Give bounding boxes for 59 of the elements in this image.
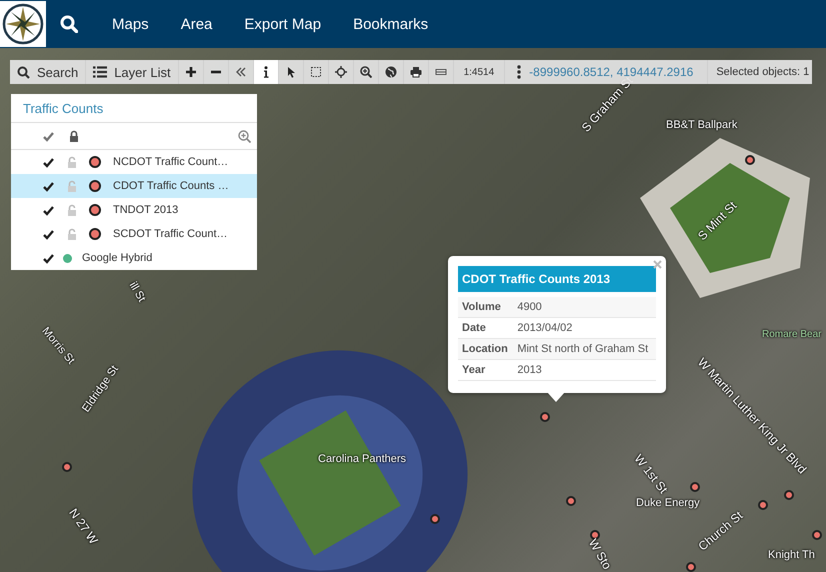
plus-icon bbox=[184, 66, 197, 78]
layer-row[interactable]: TNDOT 2013 bbox=[11, 198, 257, 222]
search-icon[interactable] bbox=[60, 15, 78, 33]
compass-logo bbox=[0, 1, 46, 47]
info-tool-button[interactable] bbox=[254, 60, 279, 84]
zoom-icon bbox=[360, 66, 372, 78]
street-label: W Sto bbox=[586, 536, 614, 572]
panel-title: Traffic Counts bbox=[11, 94, 257, 123]
checkmark-icon[interactable] bbox=[43, 180, 55, 192]
field-value: 4900 bbox=[513, 297, 656, 318]
street-label: S Mint St bbox=[695, 198, 740, 243]
globe-icon bbox=[384, 66, 397, 78]
list-icon bbox=[93, 66, 108, 78]
lock-icon[interactable] bbox=[69, 130, 79, 142]
place-label: Knight Th bbox=[768, 549, 815, 561]
zoom-icon[interactable] bbox=[238, 130, 251, 142]
layer-name: Google Hybrid bbox=[82, 252, 152, 264]
street-label: W 1st St bbox=[631, 452, 670, 496]
layer-row[interactable]: Google Hybrid bbox=[11, 246, 257, 270]
street-label: N 27 W bbox=[66, 506, 101, 547]
popup-title: CDOT Traffic Counts 2013 bbox=[458, 266, 656, 292]
field-label: Location bbox=[458, 338, 514, 360]
street-label: ill St bbox=[126, 280, 148, 304]
layer-name: SCDOT Traffic Count… bbox=[113, 228, 228, 240]
close-icon[interactable] bbox=[653, 260, 662, 269]
check-all-icon[interactable] bbox=[43, 130, 55, 142]
search-button[interactable]: Search bbox=[10, 60, 86, 84]
layer-row[interactable]: SCDOT Traffic Count… bbox=[11, 222, 257, 246]
checkmark-icon[interactable] bbox=[43, 156, 55, 168]
double-chevron-icon bbox=[234, 66, 247, 78]
layer-row[interactable]: NCDOT Traffic Count… bbox=[11, 150, 257, 174]
layer-name: NCDOT Traffic Count… bbox=[113, 156, 228, 168]
place-label: Romare Bear bbox=[762, 329, 822, 340]
selected-objects-text: Selected objects: 1 bbox=[715, 65, 810, 80]
layer-name: CDOT Traffic Counts … bbox=[113, 180, 229, 192]
search-icon bbox=[17, 66, 30, 78]
place-label: BB&T Ballpark bbox=[666, 119, 738, 131]
checkmark-icon[interactable] bbox=[43, 228, 55, 240]
field-value: Mint St north of Graham St bbox=[513, 338, 656, 360]
menu-item[interactable]: Area bbox=[180, 16, 212, 32]
layer-row[interactable]: CDOT Traffic Counts … bbox=[11, 174, 257, 198]
dashed-rectangle-icon bbox=[310, 66, 322, 78]
printer-icon bbox=[410, 66, 422, 78]
checkmark-icon[interactable] bbox=[43, 252, 55, 264]
field-label: Year bbox=[458, 360, 514, 380]
menu-item[interactable]: Maps bbox=[112, 16, 149, 32]
place-label: Duke Energy bbox=[636, 497, 700, 509]
menu-item[interactable]: Export Map bbox=[244, 16, 322, 32]
field-value: 2013 bbox=[513, 360, 656, 380]
place-label: Carolina Panthers bbox=[318, 453, 406, 465]
layer-list-button[interactable]: Layer List bbox=[86, 60, 179, 84]
menu-item[interactable]: Bookmarks bbox=[353, 16, 428, 32]
scale-text: 1:4514 bbox=[454, 60, 506, 84]
layer-name: TNDOT 2013 bbox=[113, 204, 178, 216]
ruler-icon bbox=[434, 66, 447, 78]
crosshair-icon bbox=[334, 66, 347, 78]
checkmark-icon[interactable] bbox=[43, 204, 55, 216]
field-label: Volume bbox=[458, 297, 514, 318]
vertical-dots-icon[interactable] bbox=[517, 65, 522, 79]
